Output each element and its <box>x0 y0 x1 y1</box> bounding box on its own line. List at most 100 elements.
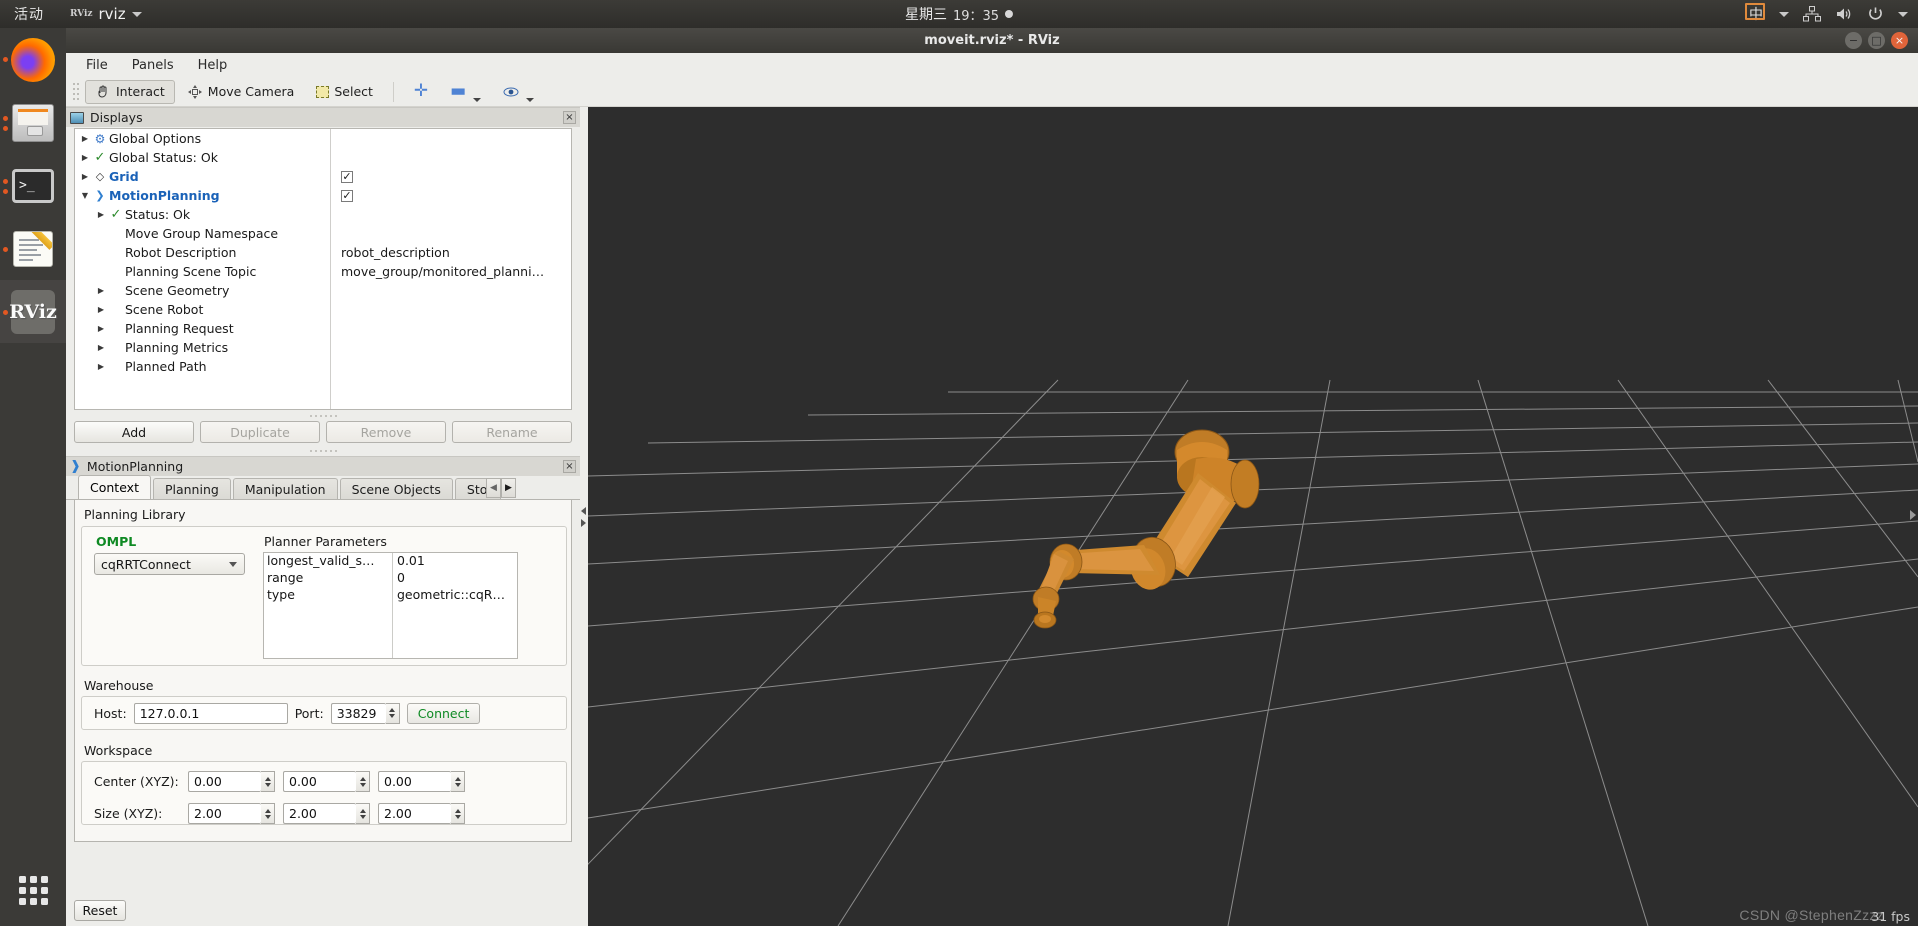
motionplanning-panel-close-button[interactable]: × <box>563 460 576 473</box>
dock-item-rviz[interactable]: RViz <box>0 280 66 343</box>
tab-context[interactable]: Context <box>78 475 151 499</box>
select-label: Select <box>334 84 373 99</box>
tree-row[interactable]: ▶ Planning Request <box>75 319 571 338</box>
menu-file[interactable]: File <box>76 56 118 75</box>
move-camera-tool-button[interactable]: Move Camera <box>177 80 305 104</box>
dock-item-firefox[interactable] <box>0 28 66 91</box>
size-x-stepper[interactable] <box>261 803 275 824</box>
running-indicator <box>3 310 8 315</box>
planner-parameters-table[interactable]: longest_valid_s… 0.01 range 0 type geometric:… <box>263 552 518 659</box>
splitter-right-arrow-icon[interactable] <box>581 519 586 527</box>
tree-expand-arrow-icon[interactable]: ▶ <box>79 134 91 143</box>
chevron-down-icon[interactable] <box>473 97 482 102</box>
ime-chevron-down-icon[interactable] <box>1779 11 1789 17</box>
host-input[interactable]: 127.0.0.1 <box>133 702 288 724</box>
tree-row[interactable]: ▶ ◇ Grid ✓ <box>75 167 571 186</box>
tree-row[interactable]: ▶ Scene Geometry <box>75 281 571 300</box>
network-icon[interactable] <box>1803 6 1821 22</box>
size-y-stepper[interactable] <box>356 803 370 824</box>
add-display-button[interactable]: Add <box>74 421 194 443</box>
tree-row[interactable]: ▶ ⚙ Global Options <box>75 129 571 148</box>
tree-expand-arrow-icon[interactable]: ▶ <box>95 362 107 371</box>
visibility-checkbox[interactable]: ✓ <box>341 170 353 183</box>
center-z-spinbox[interactable]: 0.00 <box>378 771 465 792</box>
tree-row[interactable]: Robot Description robot_description <box>75 243 571 262</box>
clock[interactable]: 星期三 19：35 <box>905 4 1014 24</box>
size-y-spinbox[interactable]: 2.00 <box>283 803 370 824</box>
close-button[interactable]: × <box>1891 32 1908 49</box>
activities-button[interactable]: 活动 <box>14 4 44 24</box>
select-tool-button[interactable]: Select <box>306 80 383 104</box>
center-y-spinbox[interactable]: 0.00 <box>283 771 370 792</box>
tree-row[interactable]: Move Group Namespace <box>75 224 571 243</box>
input-method-indicator[interactable]: 中 <box>1745 3 1765 24</box>
center-z-stepper[interactable] <box>451 771 465 792</box>
tab-scroll-right-button[interactable]: ▶ <box>501 478 516 498</box>
toolbar-grip[interactable] <box>72 81 79 103</box>
measure-tool-button[interactable]: ▬ <box>440 80 491 104</box>
panel-resize-grip[interactable] <box>74 412 572 419</box>
dock-item-files[interactable] <box>0 91 66 154</box>
tab-manipulation[interactable]: Manipulation <box>232 478 338 499</box>
tree-row[interactable]: ▶ ✓ Status: Ok <box>75 205 571 224</box>
warehouse-label: Warehouse <box>84 678 154 693</box>
center-x-spinbox[interactable]: 0.00 <box>188 771 275 792</box>
param-row[interactable]: range 0 <box>264 570 517 587</box>
tree-expand-arrow-icon[interactable]: ▶ <box>95 286 107 295</box>
visibility-checkbox[interactable]: ✓ <box>341 189 353 202</box>
tab-scene-objects[interactable]: Scene Objects <box>339 478 453 499</box>
menu-help[interactable]: Help <box>188 56 238 75</box>
param-row[interactable]: type geometric::cqR… <box>264 587 517 604</box>
tree-row[interactable]: Planning Scene Topic move_group/monitored… <box>75 262 571 281</box>
reset-button[interactable]: Reset <box>74 900 126 921</box>
power-icon[interactable] <box>1867 6 1884 22</box>
publish-point-tool-button[interactable] <box>493 80 544 104</box>
focus-camera-tool-button[interactable]: ✛ <box>404 80 438 104</box>
size-z-stepper[interactable] <box>451 803 465 824</box>
watermark-text: CSDN @StephenZzzz <box>1739 907 1884 923</box>
tree-expand-arrow-icon[interactable]: ▶ <box>95 210 107 219</box>
menu-panels[interactable]: Panels <box>122 56 184 75</box>
tab-scroll-left-button[interactable]: ◀ <box>486 478 501 498</box>
render-view-3d[interactable]: CSDN @StephenZzzz 31 fps <box>588 107 1918 926</box>
tree-row[interactable]: ▶ ✓ Global Status: Ok <box>75 148 571 167</box>
dock-item-terminal[interactable]: >_ <box>0 154 66 217</box>
window-title: moveit.rviz* - RViz <box>924 33 1060 48</box>
minimize-button[interactable]: − <box>1845 32 1862 49</box>
tree-expand-arrow-icon[interactable]: ▶ <box>79 153 91 162</box>
maximize-button[interactable]: □ <box>1868 32 1885 49</box>
param-row[interactable]: longest_valid_s… 0.01 <box>264 553 517 570</box>
tab-planning[interactable]: Planning <box>152 478 231 499</box>
panel-splitter-grip[interactable] <box>74 447 572 454</box>
size-z-spinbox[interactable]: 2.00 <box>378 803 465 824</box>
view-expand-arrow-icon[interactable] <box>1910 510 1916 520</box>
tree-expand-arrow-icon[interactable]: ▶ <box>95 343 107 352</box>
interact-tool-button[interactable]: Interact <box>85 79 175 104</box>
connect-button[interactable]: Connect <box>406 702 481 724</box>
tree-expand-arrow-icon[interactable]: ▶ <box>79 172 91 181</box>
displays-panel-close-button[interactable]: × <box>563 111 576 124</box>
center-y-stepper[interactable] <box>356 771 370 792</box>
displays-tree[interactable]: ▶ ⚙ Global Options ▶ ✓ Global Status: Ok ▶ ◇ Gri… <box>74 128 572 410</box>
port-spinbox[interactable]: 33829 <box>330 702 400 724</box>
tree-expand-arrow-icon[interactable]: ▼ <box>79 191 91 200</box>
tree-row[interactable]: ▶ Planning Metrics <box>75 338 571 357</box>
tree-expand-arrow-icon[interactable]: ▶ <box>95 305 107 314</box>
planner-select[interactable]: cqRRTConnect <box>94 553 245 575</box>
chevron-down-icon[interactable] <box>526 97 535 102</box>
size-x-spinbox[interactable]: 2.00 <box>188 803 275 824</box>
system-menu-chevron-down-icon[interactable] <box>1898 11 1908 17</box>
dock-item-text-editor[interactable] <box>0 217 66 280</box>
splitter-left-arrow-icon[interactable] <box>581 507 586 515</box>
vertical-splitter[interactable] <box>580 107 588 926</box>
center-x-stepper[interactable] <box>261 771 275 792</box>
tree-expand-arrow-icon[interactable]: ▶ <box>95 324 107 333</box>
app-menu[interactable]: RViz rviz <box>70 5 142 23</box>
port-stepper[interactable] <box>385 702 400 724</box>
volume-icon[interactable] <box>1835 6 1853 22</box>
show-applications-button[interactable] <box>0 862 66 918</box>
tree-row[interactable]: ▼ ❯ MotionPlanning ✓ <box>75 186 571 205</box>
window-titlebar[interactable]: moveit.rviz* - RViz − □ × <box>66 28 1918 53</box>
tree-row[interactable]: ▶ Scene Robot <box>75 300 571 319</box>
tree-row[interactable]: ▶ Planned Path <box>75 357 571 376</box>
